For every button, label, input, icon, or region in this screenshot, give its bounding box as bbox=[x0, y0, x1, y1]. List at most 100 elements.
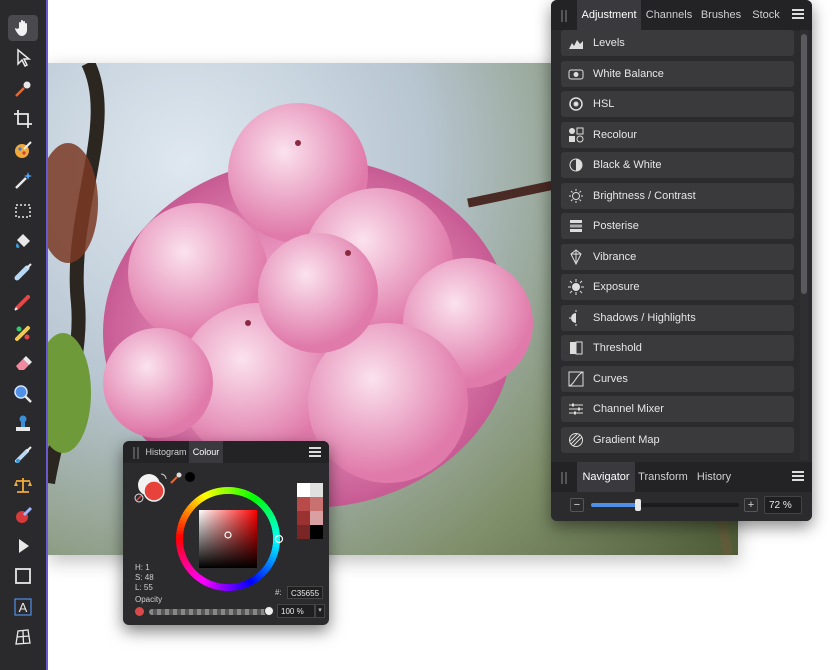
crop-tool-icon[interactable] bbox=[8, 106, 38, 132]
hsl-icon bbox=[568, 96, 584, 112]
opacity-slider-handle[interactable] bbox=[264, 606, 274, 616]
eraser-icon[interactable] bbox=[8, 350, 38, 376]
mesh-warp-icon[interactable] bbox=[8, 624, 38, 650]
colour-swatch[interactable] bbox=[297, 497, 310, 511]
magic-wand-icon[interactable] bbox=[8, 167, 38, 193]
move-tool-icon[interactable] bbox=[8, 45, 38, 71]
text-tool-icon[interactable]: A bbox=[8, 594, 38, 620]
paint-mixer-icon[interactable] bbox=[8, 137, 38, 163]
panel-menu-icon[interactable] bbox=[309, 447, 321, 457]
panel-grip-icon[interactable] bbox=[133, 447, 139, 459]
chevron-down-icon[interactable]: ▾ bbox=[315, 604, 325, 618]
eyedropper-icon[interactable] bbox=[170, 472, 182, 484]
hex-field[interactable]: C35655 bbox=[287, 586, 323, 599]
clone-stamp-icon[interactable] bbox=[8, 411, 38, 437]
vibrance-icon bbox=[568, 248, 584, 265]
studio-tab-bar: Adjustment Channels Brushes Stock bbox=[551, 0, 812, 30]
tab-transform[interactable]: Transform bbox=[637, 462, 689, 492]
opacity-slider[interactable] bbox=[149, 606, 274, 616]
tab-navigator[interactable]: Navigator bbox=[577, 462, 635, 492]
recent-colour-swatches bbox=[297, 483, 323, 539]
node-tool-icon[interactable] bbox=[8, 533, 38, 559]
colour-swatch[interactable] bbox=[297, 511, 310, 525]
tab-adjustment[interactable]: Adjustment bbox=[577, 0, 641, 30]
adjustment-label: HSL bbox=[593, 98, 615, 110]
adjustment-item-recolour[interactable]: Recolour bbox=[561, 121, 794, 148]
tab-stock[interactable]: Stock bbox=[747, 0, 785, 30]
colour-swatch[interactable] bbox=[310, 483, 323, 497]
tools-panel: A bbox=[0, 0, 48, 670]
adjustment-item-hsl[interactable]: HSL bbox=[561, 91, 794, 117]
adjustment-item-shadows-highlights[interactable]: Shadows / Highlights bbox=[561, 304, 794, 331]
adjustment-label: Vibrance bbox=[593, 250, 637, 263]
panel-menu-icon[interactable] bbox=[792, 471, 804, 481]
posterise-icon bbox=[568, 218, 584, 234]
svg-text:A: A bbox=[19, 600, 28, 615]
smudge-brush-icon[interactable] bbox=[8, 442, 38, 468]
panel-grip-icon[interactable] bbox=[561, 472, 567, 484]
marquee-selection-icon[interactable] bbox=[8, 198, 38, 224]
tab-brushes[interactable]: Brushes bbox=[697, 0, 745, 30]
zoom-slider[interactable] bbox=[591, 499, 739, 511]
fill-stroke-swatch[interactable] bbox=[134, 474, 165, 503]
tab-colour[interactable]: Colour bbox=[189, 441, 223, 463]
red-eye-icon[interactable] bbox=[8, 503, 38, 529]
adjustment-label: Recolour bbox=[593, 128, 638, 141]
opacity-field[interactable]: 100 % bbox=[277, 604, 315, 618]
zoom-in-button[interactable]: + bbox=[744, 498, 758, 512]
adjustment-item-levels[interactable]: Levels bbox=[561, 30, 794, 56]
gradient-map-icon bbox=[568, 432, 584, 448]
zoom-out-button[interactable]: − bbox=[570, 498, 584, 512]
colour-swatch[interactable] bbox=[297, 483, 310, 497]
adjustment-item-white-balance[interactable]: White Balance bbox=[561, 60, 794, 87]
adjustment-item-vibrance[interactable]: Vibrance bbox=[561, 243, 794, 270]
navigator-body: − + 72 % bbox=[551, 492, 812, 521]
adjustment-item-gradient-map[interactable]: Gradient Map bbox=[561, 426, 794, 453]
scales-icon[interactable] bbox=[8, 472, 38, 498]
zoom-slider-handle[interactable] bbox=[635, 499, 642, 511]
adjustment-label: Gradient Map bbox=[593, 433, 660, 446]
adjustment-studio-panel: Adjustment Channels Brushes Stock Levels… bbox=[551, 0, 812, 521]
tab-channels[interactable]: Channels bbox=[643, 0, 695, 30]
zoom-lens-icon[interactable] bbox=[8, 381, 38, 407]
black-white-icon bbox=[568, 157, 584, 173]
adjustment-item-brightness-contrast[interactable]: Brightness / Contrast bbox=[561, 182, 794, 209]
paint-brush-icon[interactable] bbox=[8, 259, 38, 285]
levels-icon bbox=[568, 35, 584, 51]
adjustment-item-curves[interactable]: Curves bbox=[561, 365, 794, 392]
channel-mixer-icon bbox=[568, 401, 584, 417]
black-swatch[interactable] bbox=[185, 472, 195, 482]
scrollbar-thumb[interactable] bbox=[801, 34, 807, 294]
panel-grip-icon[interactable] bbox=[561, 10, 567, 22]
adjustment-label: Posterise bbox=[593, 220, 639, 232]
threshold-icon bbox=[568, 340, 584, 356]
navigator-tab-bar: Navigator Transform History bbox=[551, 462, 812, 492]
zoom-field[interactable]: 72 % bbox=[764, 496, 802, 514]
adjustment-item-posterise[interactable]: Posterise bbox=[561, 213, 794, 239]
flood-fill-icon[interactable] bbox=[8, 228, 38, 254]
adjustment-item-exposure[interactable]: Exposure bbox=[561, 274, 794, 300]
adjustment-label: Exposure bbox=[593, 281, 640, 293]
panel-menu-icon[interactable] bbox=[792, 9, 804, 19]
colour-picker-icon[interactable] bbox=[8, 76, 38, 102]
hue-readout: H: 1 bbox=[135, 563, 150, 572]
swap-colours-icon[interactable] bbox=[160, 473, 167, 480]
colour-swatch[interactable] bbox=[310, 525, 323, 539]
adjustment-label: Levels bbox=[593, 37, 625, 49]
pencil-icon[interactable] bbox=[8, 289, 38, 315]
rectangle-tool-icon[interactable] bbox=[8, 563, 38, 589]
adjustment-scrollbar[interactable] bbox=[800, 30, 808, 460]
colour-swatch[interactable] bbox=[297, 525, 310, 539]
hand-tool-icon[interactable] bbox=[8, 15, 38, 41]
tab-history[interactable]: History bbox=[691, 462, 737, 492]
adjustment-item-threshold[interactable]: Threshold bbox=[561, 335, 794, 361]
recolour-icon bbox=[568, 127, 584, 143]
colour-swatch[interactable] bbox=[310, 511, 323, 525]
tab-histogram[interactable]: Histogram bbox=[143, 441, 189, 463]
lightness-readout: L: 55 bbox=[135, 583, 153, 592]
exposure-icon bbox=[568, 279, 584, 295]
colour-swatch[interactable] bbox=[310, 497, 323, 511]
adjustment-item-channel-mixer[interactable]: Channel Mixer bbox=[561, 396, 794, 422]
adjustment-item-black-white[interactable]: Black & White bbox=[561, 152, 794, 178]
healing-brush-icon[interactable] bbox=[8, 320, 38, 346]
